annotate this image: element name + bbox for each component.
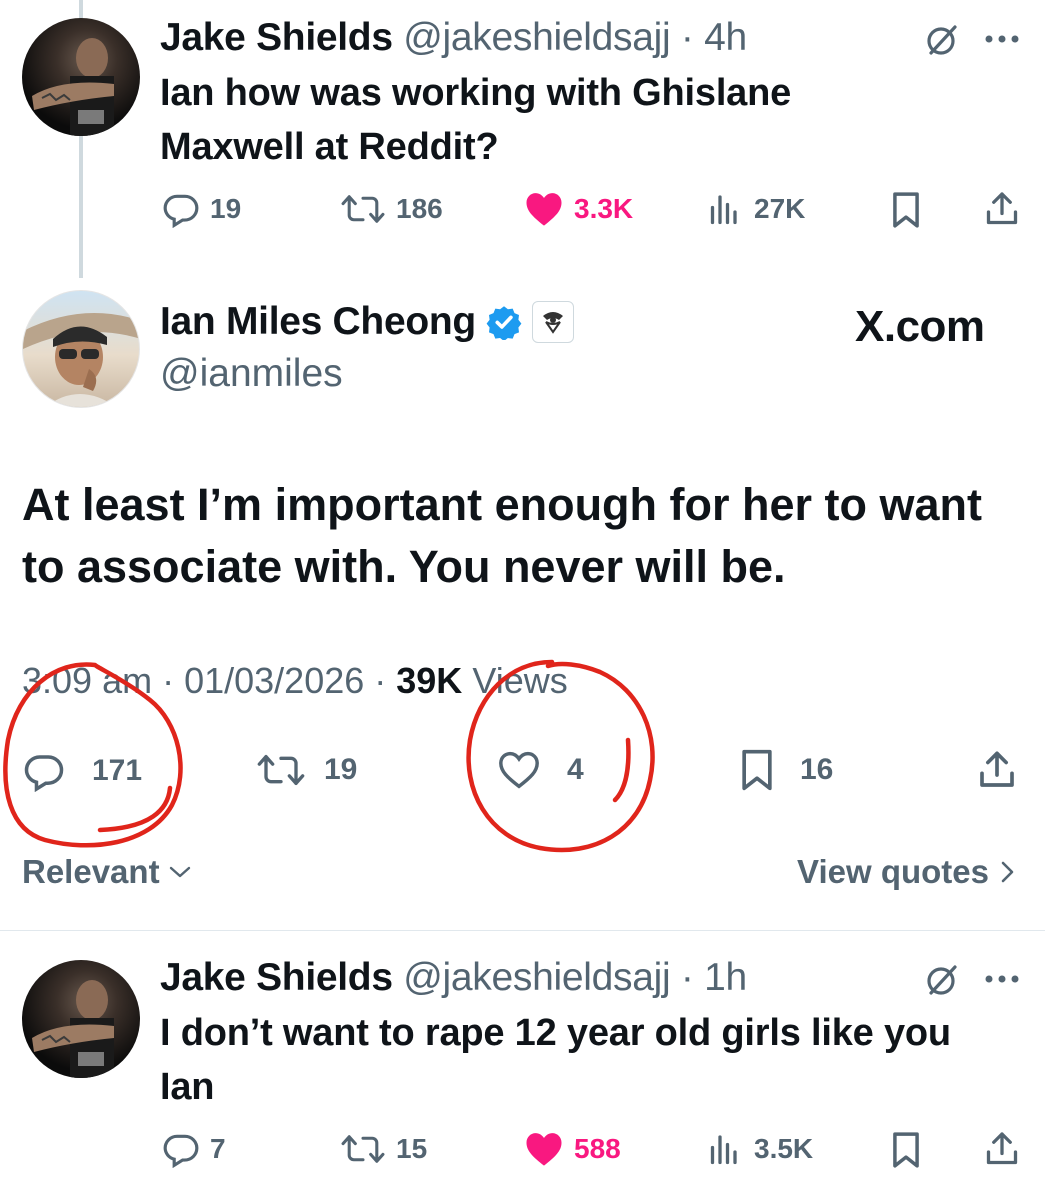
reply-icon (163, 1134, 199, 1168)
reply-button[interactable]: 19 (162, 190, 241, 228)
display-name[interactable]: Jake Shields (160, 16, 393, 59)
share-icon (986, 1132, 1018, 1165)
more-icon[interactable] (982, 24, 1022, 54)
reply-count: 7 (210, 1133, 226, 1164)
repost-icon (341, 1135, 385, 1163)
repost-count: 19 (324, 753, 358, 786)
share-icon (986, 192, 1018, 225)
chevron-right-icon (1001, 861, 1014, 883)
timestamp[interactable]: 4h (704, 16, 747, 59)
repost-button[interactable]: 19 (256, 750, 357, 790)
repost-count: 15 (396, 1133, 428, 1164)
share-icon (980, 751, 1014, 787)
like-icon (526, 1133, 562, 1166)
reply-count: 19 (210, 193, 242, 224)
views-count: 27K (754, 193, 806, 224)
reply-icon (163, 194, 199, 228)
handle[interactable]: @ianmiles (160, 352, 343, 396)
bookmark-button[interactable] (886, 190, 926, 230)
bookmark-count: 16 (800, 753, 834, 786)
reply-count: 171 (92, 754, 143, 787)
like-count: 3.3K (574, 193, 634, 224)
repost-icon (257, 755, 305, 785)
more-icon[interactable] (982, 964, 1022, 994)
reply-button[interactable]: 7 (162, 1130, 226, 1168)
tweet-text: Ian how was working with Ghislane Maxwel… (160, 72, 792, 168)
avatar-photo-icon (32, 38, 114, 136)
views-button[interactable]: 3.5K (708, 1130, 813, 1168)
avatar[interactable] (22, 960, 140, 1078)
like-icon (526, 193, 562, 226)
avatar[interactable] (22, 18, 140, 136)
like-button[interactable]: 4 (497, 750, 584, 790)
views-count: 39K (396, 660, 463, 701)
section-divider (0, 930, 1045, 931)
grok-icon[interactable] (920, 20, 964, 60)
view-quotes-link[interactable]: View quotes (797, 853, 1017, 891)
tweet-header: Jake Shields @jakeshieldsajj · 4h (160, 16, 747, 59)
sort-label: Relevant (22, 853, 160, 890)
tweet-text: At least I’m important enough for her to… (22, 479, 983, 592)
bookmark-button[interactable] (886, 1130, 926, 1170)
grok-icon[interactable] (920, 960, 964, 1000)
avatar-photo-icon (23, 313, 139, 407)
like-count: 588 (574, 1133, 621, 1164)
display-name[interactable]: Jake Shields (160, 956, 393, 999)
bookmark-icon (742, 749, 772, 791)
reply-sort-dropdown[interactable]: Relevant (22, 853, 192, 891)
tweet-header: Jake Shields @jakeshieldsajj · 1h (160, 956, 747, 999)
bookmark-icon (893, 192, 919, 228)
like-count: 4 (567, 753, 584, 786)
views-count: 3.5K (754, 1133, 814, 1164)
affiliate-badge-icon[interactable] (531, 301, 574, 343)
bookmark-icon (893, 1132, 919, 1168)
views-icon (710, 195, 737, 225)
repost-icon (341, 195, 385, 223)
verified-badge-icon (486, 306, 522, 340)
reply-button[interactable]: 171 (22, 750, 142, 792)
chevron-down-icon (169, 866, 190, 878)
xcom-watermark: X.com (855, 302, 985, 351)
handle[interactable]: @jakeshieldsajj (403, 16, 670, 59)
post-time[interactable]: 3:09 am (22, 660, 152, 701)
post-date[interactable]: 01/03/2026 (184, 660, 364, 701)
timestamp[interactable]: 1h (704, 956, 747, 999)
repost-button[interactable]: 186 (340, 190, 443, 228)
views-icon (710, 1135, 737, 1165)
bookmark-button[interactable]: 16 (738, 748, 833, 792)
view-quotes-label: View quotes (797, 853, 989, 890)
avatar-photo-icon (32, 980, 114, 1078)
avatar[interactable] (22, 290, 140, 408)
like-button[interactable]: 3.3K (524, 190, 633, 228)
tweet-text: I don’t want to rape 12 year old girls l… (160, 1012, 951, 1108)
repost-count: 186 (396, 193, 443, 224)
display-name[interactable]: Ian Miles Cheong (160, 300, 476, 344)
views-label: Views (472, 660, 568, 701)
repost-button[interactable]: 15 (340, 1130, 427, 1168)
reply-icon (24, 755, 64, 792)
like-button[interactable]: 588 (524, 1130, 621, 1168)
tweet-metadata: 3:09 am · 01/03/2026 · 39K Views (22, 660, 568, 701)
author-name-row: Ian Miles Cheong (160, 300, 574, 344)
share-button[interactable] (982, 1128, 1022, 1170)
share-button[interactable] (982, 188, 1022, 230)
share-button[interactable] (974, 746, 1020, 794)
views-button[interactable]: 27K (708, 190, 805, 228)
like-icon (499, 751, 539, 789)
handle[interactable]: @jakeshieldsajj (403, 956, 670, 999)
